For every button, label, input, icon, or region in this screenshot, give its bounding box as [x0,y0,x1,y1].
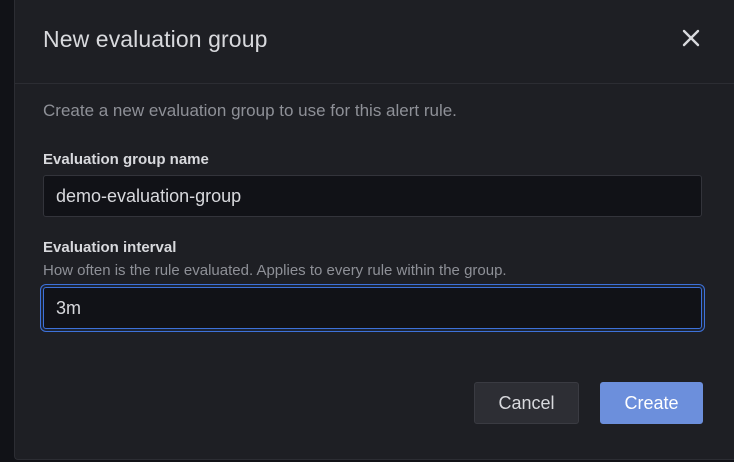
interval-label: Evaluation interval [43,239,177,256]
new-evaluation-group-dialog: New evaluation group Create a new evalua… [14,0,734,460]
group-name-label: Evaluation group name [43,151,209,168]
group-name-input[interactable] [43,175,702,217]
cancel-button[interactable]: Cancel [474,382,579,424]
create-button[interactable]: Create [600,382,703,424]
dialog-description: Create a new evaluation group to use for… [43,101,457,120]
dialog-header: New evaluation group [15,0,734,84]
close-button[interactable] [677,24,705,52]
dialog-title: New evaluation group [43,26,268,52]
interval-help-text: How often is the rule evaluated. Applies… [43,262,507,279]
close-icon [682,29,700,47]
interval-input[interactable] [43,287,702,329]
